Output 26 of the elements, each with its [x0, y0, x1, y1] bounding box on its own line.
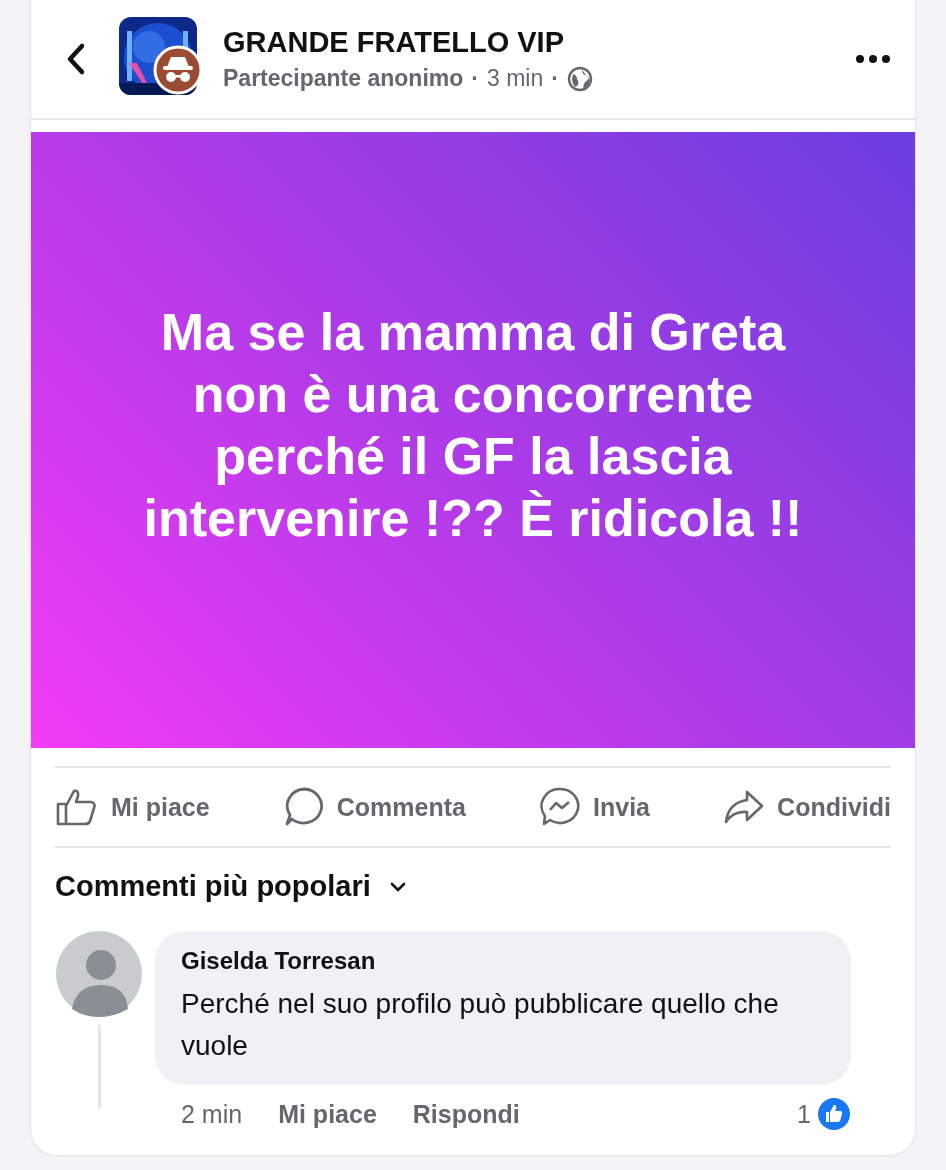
like-button[interactable]: Mi piace	[55, 786, 210, 828]
like-link[interactable]: Mi piace	[278, 1099, 377, 1129]
chevron-down-icon	[388, 880, 407, 893]
avatar-icon[interactable]	[56, 931, 142, 1017]
globe-icon	[566, 65, 593, 92]
comment-sort-dropdown[interactable]: Commenti più popolari	[55, 870, 407, 903]
separator: ·	[551, 65, 559, 92]
author-name[interactable]: Partecipante anonimo	[223, 65, 464, 92]
comment-button[interactable]: Commenta	[282, 786, 466, 828]
commenter-name[interactable]: Giselda Torresan	[181, 947, 376, 974]
more-options-icon[interactable]	[855, 54, 891, 64]
thumbs-up-icon	[55, 787, 99, 827]
share-button[interactable]: Condividi	[723, 786, 891, 828]
separator: ·	[471, 65, 479, 92]
like-reaction-icon	[817, 1097, 851, 1131]
reply-link[interactable]: Rispondi	[412, 1099, 520, 1129]
post-time[interactable]: 3 min	[486, 65, 544, 92]
comment-text: Perché nel suo profilo può pubblicare quello che vuole	[181, 987, 780, 1063]
post-text: Ma se la mamma di Greta non è una concorrente perché il GF la lascia intervenire !?? È ridicola !!	[142, 302, 804, 549]
share-arrow-icon	[723, 789, 766, 825]
messenger-icon	[539, 786, 582, 828]
group-name[interactable]: GRANDE FRATELLO VIP	[223, 26, 855, 59]
comment-time: 2 min	[181, 1099, 243, 1129]
incognito-icon	[153, 45, 203, 95]
send-button[interactable]: Invia	[539, 786, 650, 828]
reaction-count: 1	[797, 1099, 811, 1129]
